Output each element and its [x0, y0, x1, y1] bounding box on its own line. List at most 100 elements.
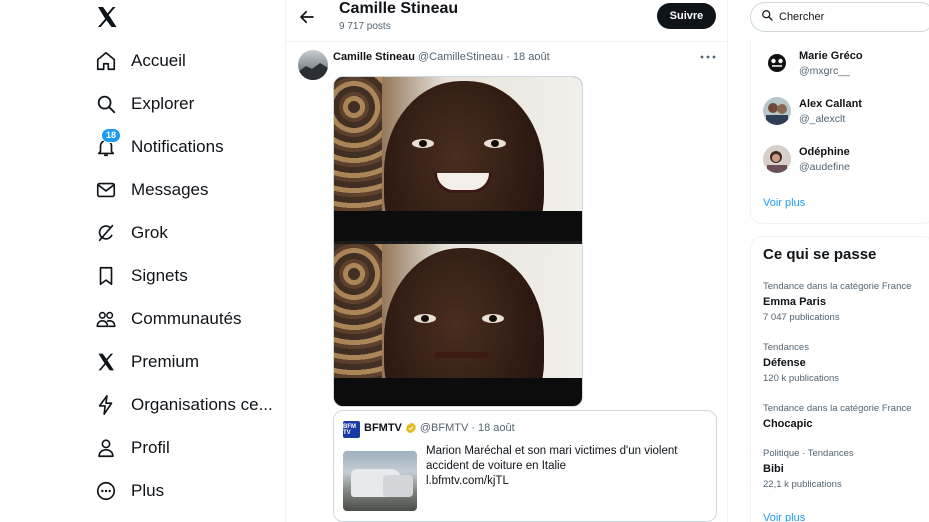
tweet-author-name[interactable]: Camille Stineau: [333, 51, 415, 63]
quoted-tweet-thumbnail[interactable]: [343, 451, 417, 511]
tweet-header: Camille Stineau @CamilleStineau · 18 aoû…: [333, 51, 550, 63]
profile-name: Camille Stineau: [339, 0, 459, 17]
nav-item-notifications[interactable]: 18 Notifications: [93, 127, 224, 167]
nav-item-organisations[interactable]: Organisations ce...: [93, 385, 273, 425]
tweet-author-handle[interactable]: @CamilleStineau: [418, 51, 503, 63]
separator-dot: ·: [506, 51, 510, 63]
trend-item[interactable]: Politique · Tendances Bibi 22,1 k public…: [763, 448, 929, 490]
suggested-user-handle: @_alexclt: [799, 112, 846, 125]
tweet[interactable]: Camille Stineau @CamilleStineau · 18 aoû…: [286, 42, 727, 522]
quoted-tweet-header: BFMTV @BFMTV · 18 août: [364, 422, 515, 434]
suggested-user-name: Marie Gréco: [799, 49, 863, 62]
follow-button[interactable]: Suivre: [657, 3, 716, 29]
suggested-user-name: Alex Callant: [799, 97, 862, 110]
nav-item-messages[interactable]: Messages: [93, 170, 208, 210]
search-input[interactable]: [779, 11, 919, 23]
nav-item-more[interactable]: Plus: [93, 471, 164, 511]
lightning-icon: [93, 392, 119, 418]
nav-label-bookmarks: Signets: [131, 266, 188, 285]
avatar[interactable]: [763, 49, 791, 77]
trend-context: Tendance dans la catégorie France: [763, 281, 912, 292]
separator-dot: ·: [471, 422, 476, 434]
nav-item-explore[interactable]: Explorer: [93, 84, 194, 124]
nav-label-communities: Communautés: [131, 309, 242, 328]
suggested-user-handle: @audefine: [799, 160, 850, 173]
nav-label-explore: Explorer: [131, 94, 195, 113]
trend-item[interactable]: Tendance dans la catégorie France Chocap…: [763, 403, 929, 430]
trend-name: Défense: [763, 357, 806, 369]
trend-count: 120 k publications: [763, 373, 840, 384]
nav-label-premium: Premium: [131, 352, 200, 371]
quoted-tweet-text: Marion Maréchal et son mari victimes d'u…: [426, 444, 706, 489]
tweet-media-image[interactable]: [333, 76, 583, 407]
meme-panel-smiling: [334, 77, 582, 241]
quoted-author-handle[interactable]: @BFMTV: [420, 422, 468, 434]
search-icon: [93, 91, 119, 117]
trend-context: Politique · Tendances: [763, 448, 854, 459]
post-count: 9 717 posts: [339, 21, 391, 32]
communities-icon: [93, 306, 119, 332]
nav-item-bookmarks[interactable]: Signets: [93, 256, 188, 296]
nav-label-grok: Grok: [131, 223, 168, 242]
bell-icon: 18: [93, 128, 122, 160]
nav-label-profile: Profil: [131, 438, 170, 457]
quoted-tweet[interactable]: BFM TV BFMTV @BFMTV · 18 août Marion Mar…: [333, 410, 717, 522]
suggested-user[interactable]: Alex Callant @_alexclt: [763, 93, 862, 129]
bfmtv-logo: BFM TV: [343, 421, 360, 438]
suggested-user-handle: @mxgrc__: [799, 64, 850, 77]
avatar[interactable]: [763, 145, 791, 173]
nav-item-premium[interactable]: Premium: [93, 342, 199, 382]
search-icon: [761, 8, 773, 26]
profile-header: Camille Stineau 9 717 posts Suivre: [286, 0, 727, 42]
quoted-author-name[interactable]: BFMTV: [364, 422, 402, 434]
nav-label-more: Plus: [131, 481, 165, 500]
trend-name: Chocapic: [763, 418, 813, 430]
quoted-tweet-date[interactable]: 18 août: [478, 422, 515, 434]
trends-title: Ce qui se passe: [763, 246, 877, 263]
avatar[interactable]: [298, 50, 328, 80]
suggested-user[interactable]: Marie Gréco @mxgrc__: [763, 45, 863, 81]
quoted-tweet-body: Marion Maréchal et son mari victimes d'u…: [426, 445, 678, 472]
nav-label-notifications: Notifications: [131, 137, 224, 156]
x-logo-icon[interactable]: [95, 5, 119, 29]
right-sidebar: Marie Gréco @mxgrc__ Alex Callant @_alex…: [728, 0, 929, 522]
see-more-link[interactable]: Voir plus: [763, 512, 805, 522]
trend-item[interactable]: Tendance dans la catégorie France Emma P…: [763, 281, 929, 323]
profile-timeline: Camille Stineau 9 717 posts Suivre Camil…: [285, 0, 728, 522]
nav-item-profile[interactable]: Profil: [93, 428, 170, 468]
trend-name: Bibi: [763, 463, 784, 475]
verified-badge-icon: [405, 422, 417, 434]
nav-item-communities[interactable]: Communautés: [93, 299, 242, 339]
notification-count-badge: 18: [101, 128, 122, 143]
avatar[interactable]: [763, 97, 791, 125]
trend-context: Tendances: [763, 342, 809, 353]
trend-item[interactable]: Tendances Défense 120 k publications: [763, 342, 929, 384]
bookmark-icon: [93, 263, 119, 289]
meme-panel-disappointed: [334, 244, 582, 406]
suggested-user[interactable]: Odéphine @audefine: [763, 141, 850, 177]
more-options-icon[interactable]: [698, 50, 718, 62]
nav-label-home: Accueil: [131, 51, 186, 70]
trend-context: Tendance dans la catégorie France: [763, 403, 912, 414]
envelope-icon: [93, 177, 119, 203]
nav-item-home[interactable]: Accueil: [93, 41, 186, 81]
who-to-follow-card: Marie Gréco @mxgrc__ Alex Callant @_alex…: [750, 40, 929, 224]
back-arrow-icon[interactable]: [298, 8, 316, 26]
trends-card: Ce qui se passe Tendance dans la catégor…: [750, 236, 929, 522]
quoted-tweet-link[interactable]: l.bfmtv.com/kjTL: [426, 474, 706, 489]
more-circle-icon: [93, 478, 119, 504]
trend-name: Emma Paris: [763, 296, 826, 308]
grok-icon: [93, 220, 119, 246]
person-icon: [93, 435, 119, 461]
x-logo-icon: [93, 349, 119, 375]
nav-item-grok[interactable]: Grok: [93, 213, 168, 253]
nav-label-messages: Messages: [131, 180, 209, 199]
left-sidebar: Accueil Explorer 18 Notifications Messag…: [0, 0, 285, 522]
search-box[interactable]: [750, 2, 929, 32]
trend-count: 7 047 publications: [763, 312, 840, 323]
suggested-user-name: Odéphine: [799, 145, 850, 158]
trend-count: 22,1 k publications: [763, 479, 842, 490]
see-more-link[interactable]: Voir plus: [763, 197, 805, 209]
nav-label-organisations: Organisations ce...: [131, 395, 273, 414]
tweet-date[interactable]: 18 août: [513, 51, 550, 63]
